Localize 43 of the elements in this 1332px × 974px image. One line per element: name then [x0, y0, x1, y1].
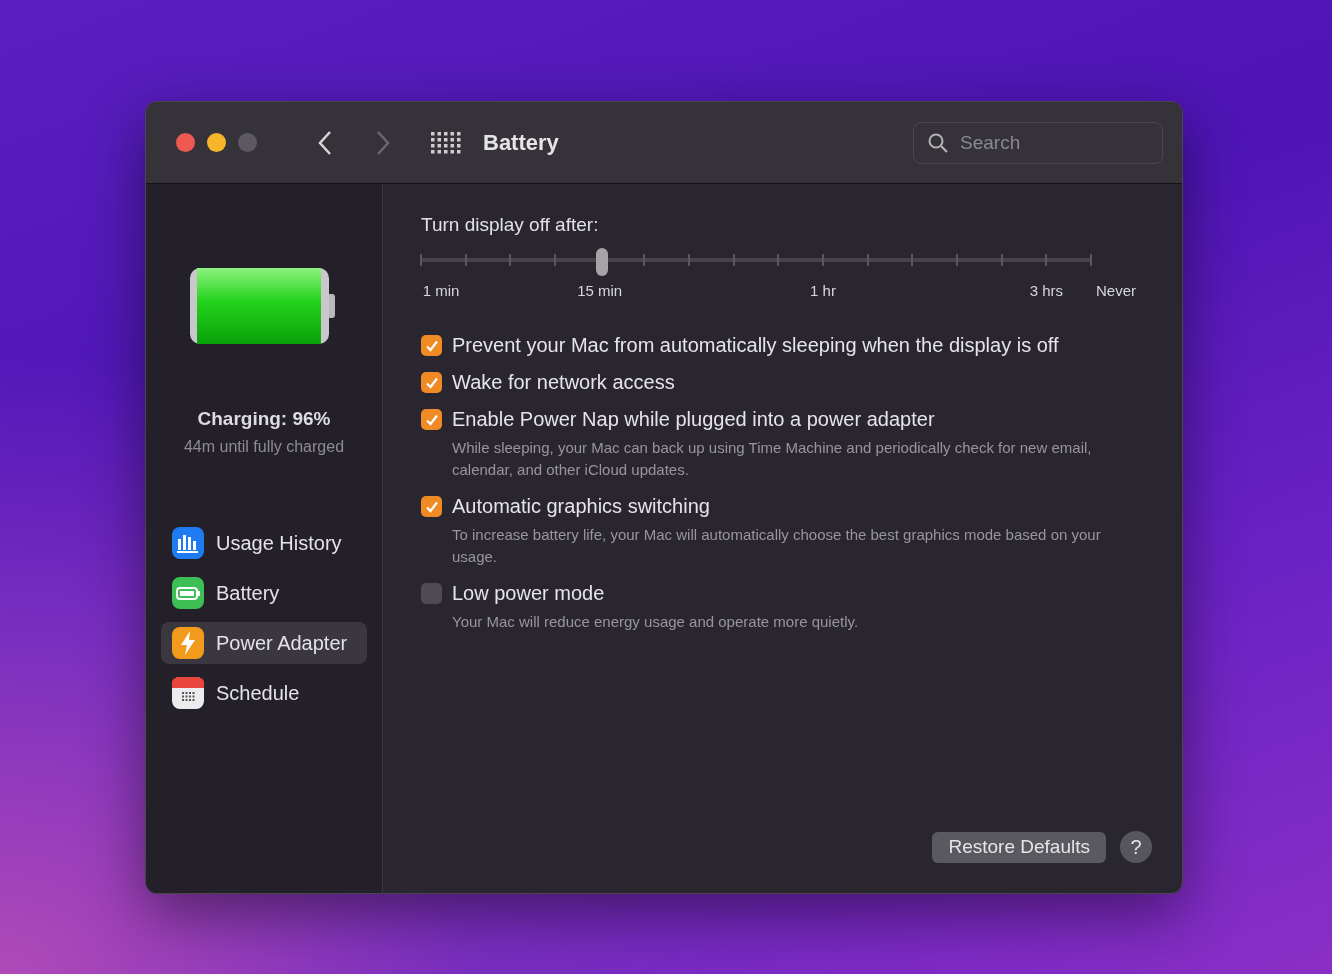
lightning-icon: [171, 626, 205, 660]
option-description: Your Mac will reduce energy usage and operate more quietly.: [452, 612, 860, 632]
sidebar-item[interactable]: Power Adapter: [161, 622, 367, 664]
sidebar-item[interactable]: Usage History: [161, 522, 367, 564]
checkmark-icon: [424, 338, 439, 353]
slider-thumb[interactable]: [595, 248, 608, 276]
window-title: Battery: [483, 129, 559, 156]
option-description: While sleeping, your Mac can back up using Time Machine and periodically check for new email, calendar, and other iCloud updates.: [452, 438, 1093, 480]
tick-label: 1 hr: [810, 282, 836, 299]
search-field[interactable]: Search: [913, 121, 1163, 164]
tick-label: 3 hrs: [1029, 282, 1063, 299]
bar-chart-icon: [171, 526, 205, 560]
charge-time: 44m until fully charged: [183, 438, 345, 456]
option-label: Wake for network access: [452, 371, 675, 394]
sidebar-item[interactable]: Battery: [161, 572, 367, 614]
charging-status: Charging: 96%: [197, 408, 331, 430]
checkbox[interactable]: [421, 496, 442, 517]
checkmark-icon: [424, 375, 439, 390]
checkbox[interactable]: [421, 335, 442, 356]
option-label: Prevent your Mac from automatically sleeping when the display is off: [452, 334, 1059, 357]
calendar-icon: [171, 676, 205, 710]
back-icon[interactable]: [317, 129, 333, 156]
option-label: Enable Power Nap while plugged into a power adapter: [452, 408, 936, 431]
checkbox[interactable]: [421, 583, 442, 604]
help-button[interactable]: ?: [1120, 831, 1152, 863]
tick-label: 1 min: [422, 282, 460, 299]
tick-label: 15 min: [577, 282, 623, 299]
minimize-button[interactable]: [207, 133, 226, 152]
restore-defaults-button[interactable]: Restore Defaults: [932, 831, 1106, 863]
grid-icon[interactable]: [431, 131, 461, 154]
checkmark-icon: [424, 412, 439, 427]
option-description: To increase battery life, your Mac will automatically choose the best graphics mode based on your usage.: [452, 525, 1102, 567]
option-label: Automatic graphics switching: [452, 495, 711, 518]
battery-icon: [171, 576, 205, 610]
checkbox[interactable]: [421, 372, 442, 393]
checkbox[interactable]: [421, 409, 442, 430]
checkmark-icon: [424, 499, 439, 514]
slider-label: Turn display off after:: [421, 214, 600, 236]
search-icon: [928, 132, 948, 153]
close-button[interactable]: [176, 133, 195, 152]
tick-label: Never: [1096, 282, 1136, 299]
sidebar-item[interactable]: Schedule: [161, 672, 367, 714]
option-label: Low power mode: [452, 582, 606, 605]
